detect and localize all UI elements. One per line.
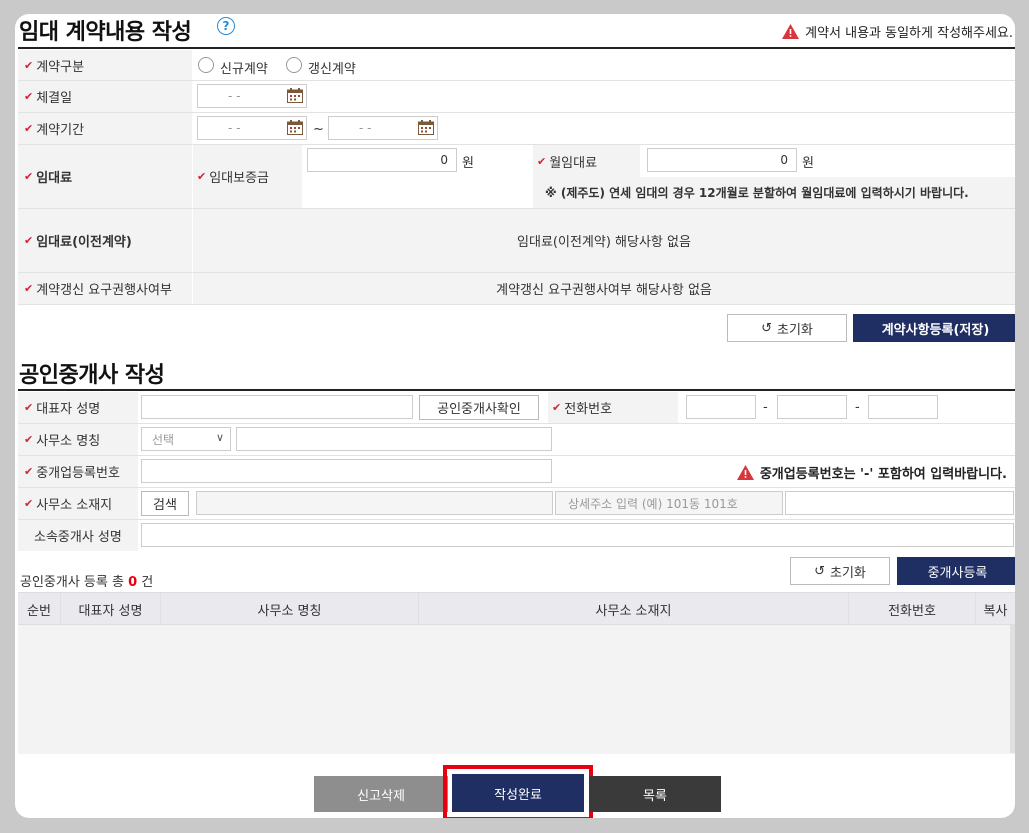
warning-icon [736,465,754,480]
monthly-currency: 원 [802,156,814,171]
phone-input-1[interactable] [686,395,756,419]
reset-icon: ↺ [761,320,772,336]
table-header: 순번 대표자 성명 사무소 명칭 사무소 소재지 전화번호 복사 [18,593,1015,625]
delete-report-button[interactable]: 신고삭제 [314,776,448,812]
help-icon[interactable]: ? [217,17,235,35]
address-detail-input[interactable]: 상세주소 입력 (예) 101동 101호 [555,491,783,515]
agent-count: 공인중개사 등록 총 0 건 [20,575,154,590]
monthly-rent-input[interactable]: 0 [647,148,797,172]
phone-sep: - [855,400,860,415]
renewal-right-value: 계약갱신 요구권행사여부 해당사항 없음 [193,273,1015,304]
contract-warning: 계약서 내용과 동일하게 작성해주세요. [782,22,1013,41]
label-reg-number: ✔ 중개업등록번호 [18,456,138,487]
agent-table: 순번 대표자 성명 사무소 명칭 사무소 소재지 전화번호 복사 [18,592,1015,754]
row-divider [18,455,1015,456]
col-header-rep: 대표자 성명 [61,593,161,625]
complete-button[interactable]: 작성완료 [452,774,584,812]
label-member-name: 소속중개사 성명 [18,520,138,551]
label-rent: ✔ 임대료 [18,145,192,208]
col-header-phone: 전화번호 [849,593,976,625]
col-header-copy: 복사 [983,603,1008,619]
rep-name-input[interactable] [141,395,413,419]
label-contract-period: ✔ 계약기간 [18,113,192,144]
verify-agent-button[interactable]: 공인중개사확인 [419,395,539,420]
chevron-down-icon: ∨ [215,431,224,444]
label-phone: ✔ 전화번호 [548,392,678,423]
col-header-address: 사무소 소재지 [419,593,849,625]
col-header-office: 사무소 명칭 [161,593,419,625]
table-scrollbar[interactable] [1010,625,1015,753]
calendar-icon[interactable] [418,120,434,135]
period-tilde: ~ [313,122,324,137]
list-button[interactable]: 목록 [589,776,721,812]
label-contract-type: ✔ 계약구분 [18,50,192,80]
label-monthly-rent: ✔ 월임대료 [533,145,640,177]
row-divider [18,423,1015,424]
deposit-currency: 원 [462,156,474,171]
phone-input-2[interactable] [777,395,847,419]
label-renewal-right: ✔ 계약갱신 요구권행사여부 [18,273,192,304]
section-title-contract: 임대 계약내용 작성 [19,20,192,45]
col-header-no: 순번 [18,593,61,625]
label-rep-name: ✔ 대표자 성명 [18,392,138,423]
section-rule [18,389,1015,391]
contract-save-button[interactable]: 계약사항등록(저장) [853,314,1015,342]
label-prev-rent: ✔ 임대료(이전계약) [18,209,192,272]
deposit-input[interactable]: 0 [307,148,457,172]
label-office-name: ✔ 사무소 명칭 [18,424,138,455]
agent-register-button[interactable]: 중개사등록 [897,557,1015,585]
label-deposit: ✔ 임대보증금 [193,145,302,208]
reg-number-input[interactable] [141,459,552,483]
office-select[interactable]: 선택 ∨ [141,427,231,451]
radio-new-contract[interactable] [198,57,214,73]
radio-new-label: 신규계약 [220,62,268,77]
address-input[interactable] [196,491,553,515]
warning-icon [782,24,800,39]
label-signed-date: ✔ 체결일 [18,81,192,112]
row-divider [18,304,1015,305]
member-name-input[interactable] [141,523,1014,547]
section-rule [18,47,1015,49]
office-name-input[interactable] [236,427,552,451]
calendar-icon[interactable] [287,120,303,135]
phone-input-3[interactable] [868,395,938,419]
row-divider [18,519,1015,520]
monthly-note: ※ (제주도) 연세 임대의 경우 12개월로 분할하여 월임대료에 입력하시기… [533,177,1015,208]
reset-icon: ↺ [814,563,825,579]
phone-sep: - [763,400,768,415]
agent-reset-button[interactable]: ↺ 초기화 [790,557,890,585]
radio-renew-contract[interactable] [286,57,302,73]
label-office-address: ✔ 사무소 소재지 [18,488,138,519]
section-title-agent: 공인중개사 작성 [19,363,165,388]
address-extra-input[interactable] [785,491,1014,515]
calendar-icon[interactable] [287,88,303,103]
radio-renew-label: 갱신계약 [308,62,356,77]
contract-reset-button[interactable]: ↺ 초기화 [727,314,847,342]
reg-warning: 중개업등록번호는 '-' 포함하여 입력바랍니다. [736,463,1007,482]
form-panel: 임대 계약내용 작성 ? 계약서 내용과 동일하게 작성해주세요. ✔ 계약구분 … [15,14,1015,818]
address-search-button[interactable]: 검색 [141,491,189,516]
row-divider [18,487,1015,488]
prev-rent-value: 임대료(이전계약) 해당사항 없음 [193,209,1015,272]
